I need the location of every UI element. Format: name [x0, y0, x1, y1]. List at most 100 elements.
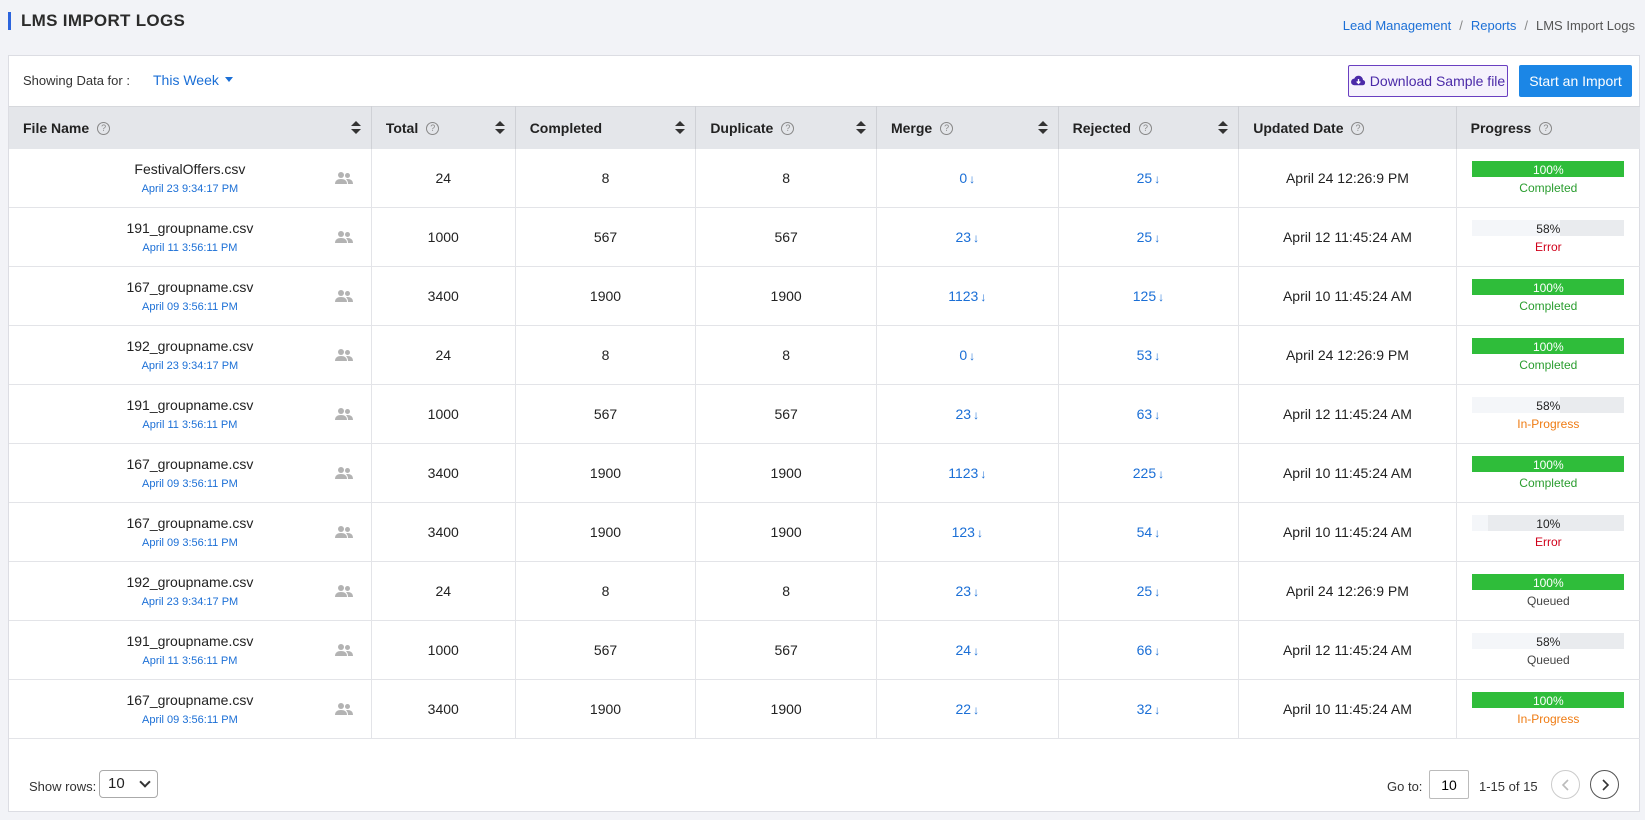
breadcrumb-reports[interactable]: Reports — [1471, 18, 1517, 33]
file-upload-date: April 11 3:56:11 PM — [142, 242, 238, 254]
column-header-merge[interactable]: Merge? — [876, 106, 1059, 149]
table-row: 191_groupname.csv April 11 3:56:11 PM 1000… — [9, 620, 1640, 680]
group-people-icon[interactable] — [334, 584, 353, 598]
help-circle-icon[interactable]: ? — [1138, 121, 1152, 135]
period-dropdown[interactable]: This Week — [153, 72, 233, 88]
breadcrumb-lead-management[interactable]: Lead Management — [1343, 18, 1451, 33]
merge-download-link[interactable]: 1123 ↓ — [948, 465, 986, 481]
rejected-download-link[interactable]: 66 ↓ — [1137, 642, 1161, 658]
progress-cell: 58% Queued — [1456, 620, 1640, 680]
chevron-right-icon — [1602, 779, 1610, 791]
show-rows-label: Show rows: — [29, 779, 97, 794]
merge-cell: 1123 ↓ — [876, 266, 1059, 326]
rejected-download-link[interactable]: 63 ↓ — [1137, 406, 1161, 422]
file-name-cell: 192_groupname.csv April 23 9:34:17 PM — [9, 561, 372, 621]
progress-bar: 100% — [1472, 692, 1625, 708]
prev-page-button[interactable] — [1551, 770, 1580, 799]
merge-download-link[interactable]: 1123 ↓ — [948, 288, 986, 304]
download-sample-button[interactable]: Download Sample file — [1348, 65, 1508, 97]
rejected-download-link[interactable]: 25 ↓ — [1137, 583, 1161, 599]
status-label: Completed — [1519, 299, 1578, 313]
group-people-icon[interactable] — [334, 525, 353, 539]
rejected-download-link[interactable]: 225 ↓ — [1133, 465, 1164, 481]
group-people-icon[interactable] — [334, 466, 353, 480]
help-circle-icon[interactable]: ? — [1539, 121, 1553, 135]
group-people-icon[interactable] — [334, 702, 353, 716]
arrow-down-icon: ↓ — [973, 585, 980, 599]
sort-icon[interactable] — [494, 121, 505, 135]
file-name: 191_groupname.csv — [126, 397, 254, 413]
rows-per-page-select[interactable]: 10 — [99, 770, 158, 798]
completed-cell: 8 — [515, 325, 697, 385]
help-circle-icon[interactable]: ? — [940, 121, 954, 135]
file-name-cell: 191_groupname.csv April 11 3:56:11 PM — [9, 620, 372, 680]
column-header-label: Total — [385, 119, 419, 136]
progress-percent: 100% — [1532, 162, 1564, 177]
merge-download-link[interactable]: 0 ↓ — [959, 170, 975, 186]
sort-icon[interactable] — [1218, 121, 1229, 135]
rejected-count: 125 — [1132, 288, 1157, 304]
rejected-download-link[interactable]: 54 ↓ — [1137, 524, 1161, 540]
rejected-download-link[interactable]: 125 ↓ — [1133, 288, 1164, 304]
help-circle-icon[interactable]: ? — [97, 121, 111, 135]
breadcrumb-separator: / — [1459, 18, 1463, 33]
group-people-icon[interactable] — [334, 171, 353, 185]
column-header-rejected[interactable]: Rejected? — [1058, 106, 1240, 149]
progress-cell: 100% Completed — [1456, 443, 1640, 503]
group-people-icon[interactable] — [334, 289, 353, 303]
group-people-icon[interactable] — [334, 407, 353, 421]
merge-count: 0 — [959, 169, 968, 186]
merge-download-link[interactable]: 0 ↓ — [959, 347, 975, 363]
rejected-download-link[interactable]: 32 ↓ — [1137, 701, 1161, 717]
duplicate-cell: 567 — [695, 207, 877, 267]
progress-indicator: 58% In-Progress — [1472, 397, 1625, 431]
total-cell: 3400 — [371, 266, 516, 326]
merge-download-link[interactable]: 24 ↓ — [955, 642, 979, 658]
rejected-download-link[interactable]: 53 ↓ — [1137, 347, 1161, 363]
updated-date-cell: April 12 11:45:24 AM — [1238, 207, 1457, 267]
merge-download-link[interactable]: 22 ↓ — [955, 701, 979, 717]
status-label: Completed — [1519, 476, 1578, 490]
next-page-button[interactable] — [1590, 770, 1619, 799]
file-upload-date: April 23 9:34:17 PM — [141, 596, 239, 608]
arrow-down-icon: ↓ — [976, 526, 983, 540]
rejected-download-link[interactable]: 25 ↓ — [1137, 170, 1161, 186]
updated-date-cell: April 10 11:45:24 AM — [1238, 679, 1457, 739]
group-people-icon[interactable] — [334, 348, 353, 362]
group-people-icon[interactable] — [334, 643, 353, 657]
merge-download-link[interactable]: 23 ↓ — [955, 229, 979, 245]
merge-count: 23 — [955, 229, 972, 245]
column-header-file-name[interactable]: File Name? — [9, 106, 372, 149]
group-people-icon[interactable] — [334, 230, 353, 244]
column-header-duplicate[interactable]: Duplicate? — [695, 106, 877, 149]
progress-indicator: 100% Completed — [1472, 338, 1625, 372]
sort-icon[interactable] — [1037, 121, 1048, 135]
goto-page-input[interactable] — [1429, 770, 1469, 799]
column-header-completed[interactable]: Completed — [515, 106, 697, 149]
sort-icon[interactable] — [350, 121, 361, 135]
merge-cell: 23 ↓ — [876, 207, 1059, 267]
file-name: 191_groupname.csv — [126, 633, 254, 649]
rejected-cell: 25 ↓ — [1058, 148, 1240, 208]
arrow-down-icon: ↓ — [1154, 171, 1161, 186]
sort-icon[interactable] — [855, 121, 866, 135]
help-circle-icon[interactable]: ? — [1351, 121, 1365, 135]
progress-percent: 10% — [1536, 517, 1561, 531]
merge-download-link[interactable]: 23 ↓ — [955, 406, 979, 422]
rejected-cell: 225 ↓ — [1058, 443, 1240, 503]
file-name: 167_groupname.csv — [126, 515, 254, 531]
start-import-button[interactable]: Start an Import — [1519, 65, 1632, 97]
column-header-total[interactable]: Total? — [371, 106, 516, 149]
merge-download-link[interactable]: 23 ↓ — [955, 583, 979, 599]
sort-icon[interactable] — [675, 121, 686, 135]
help-circle-icon[interactable]: ? — [426, 121, 440, 135]
merge-download-link[interactable]: 123 ↓ — [952, 524, 983, 540]
total-cell: 1000 — [371, 207, 516, 267]
help-circle-icon[interactable]: ? — [781, 121, 795, 135]
status-label: Queued — [1526, 653, 1570, 667]
rejected-download-link[interactable]: 25 ↓ — [1137, 229, 1161, 245]
download-sample-label: Download Sample file — [1369, 73, 1506, 89]
table-row: 167_groupname.csv April 09 3:56:11 PM 3400… — [9, 502, 1640, 562]
file-upload-date: April 23 9:34:17 PM — [141, 360, 239, 372]
rejected-count: 66 — [1136, 642, 1153, 658]
